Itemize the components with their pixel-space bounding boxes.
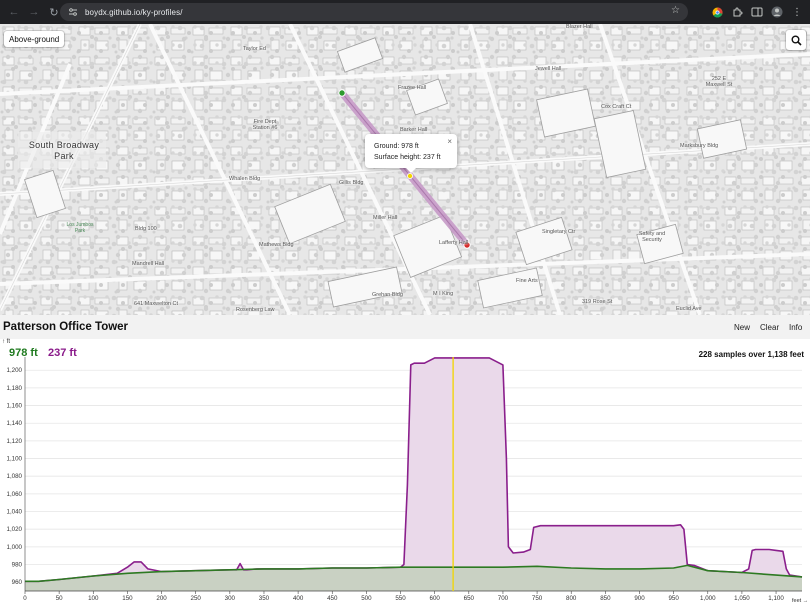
- profile-avatar-icon[interactable]: [770, 4, 784, 20]
- start-marker-icon: [338, 89, 346, 97]
- x-tick-label: 150: [122, 595, 133, 602]
- x-tick-label: 650: [464, 595, 475, 602]
- y-tick-label: 1,080: [7, 473, 23, 480]
- x-tick-label: 600: [430, 595, 441, 602]
- x-tick-label: 550: [395, 595, 406, 602]
- x-tick-label: 700: [498, 595, 509, 602]
- forward-icon[interactable]: →: [26, 4, 42, 20]
- y-tick-label: 1,040: [7, 509, 23, 516]
- hillshade-map[interactable]: Taylor Ed Frazee Hall Jewell Hall Blazer…: [0, 24, 810, 315]
- x-tick-label: 900: [634, 595, 645, 602]
- popup-tip: [406, 168, 416, 173]
- x-tick-label: 200: [156, 595, 167, 602]
- map-label: Grehan Bldg: [372, 292, 403, 298]
- map-tiles[interactable]: [0, 24, 810, 315]
- x-tick-label: 750: [532, 595, 543, 602]
- y-tick-label: 980: [12, 562, 23, 569]
- close-icon[interactable]: ×: [447, 136, 452, 147]
- map-label: Taylor Ed: [243, 46, 266, 52]
- map-label: Gillis Bldg: [339, 180, 364, 186]
- map-label: Fine Arts: [516, 278, 538, 284]
- elevation-profile-chart[interactable]: 960 980 1,000 1,020 1,040 1,060 1,080 1,100 1,12…: [0, 315, 810, 605]
- map-label: Mandrell Hall: [132, 261, 165, 267]
- park-label: South Broadway Park: [28, 140, 100, 161]
- y-tick-label: 1,180: [7, 385, 23, 392]
- sample-stats: 228 samples over 1,138 feet: [698, 350, 804, 359]
- x-tick-label: 1,100: [768, 595, 784, 602]
- y-tick-label: 1,000: [7, 544, 23, 551]
- bookmark-star-icon[interactable]: ☆: [671, 5, 680, 16]
- extension-colored-icon[interactable]: [710, 4, 724, 20]
- x-tick-label: 300: [225, 595, 236, 602]
- map-label: Blazer Hall: [566, 24, 593, 30]
- site-info-icon[interactable]: [67, 6, 79, 18]
- map-label: Euclid Ave: [676, 306, 702, 312]
- map-label: 252 E Maxwell St: [705, 76, 733, 88]
- x-tick-label: 500: [361, 595, 372, 602]
- address-bar[interactable]: boydx.github.io/ky-profiles/ ☆: [60, 3, 688, 21]
- x-tick-label: 800: [566, 595, 577, 602]
- popup-ground-text: Ground: 978 ft: [374, 143, 419, 150]
- x-tick-label: 450: [327, 595, 338, 602]
- cursor-marker-icon: [406, 172, 413, 179]
- x-tick-label: 350: [259, 595, 270, 602]
- x-tick-label: 950: [668, 595, 679, 602]
- y-tick-label: 1,160: [7, 403, 23, 410]
- park-secondary-label: Los Jumbos Park: [66, 222, 94, 234]
- surface-area: [25, 357, 802, 591]
- x-tick-label: 0: [23, 595, 27, 602]
- y-tick-label: 1,200: [7, 367, 23, 374]
- popup-surface-text: Surface height: 237 ft: [374, 154, 441, 161]
- map-label: Mathews Bldg: [259, 242, 294, 248]
- y-tick-label: 1,100: [7, 456, 23, 463]
- x-tick-label: 1,000: [700, 595, 716, 602]
- x-axis-unit: feet →: [792, 598, 809, 604]
- map-label: 319 Rose St: [582, 299, 613, 305]
- ground-elevation-value: 978 ft: [9, 347, 38, 359]
- y-axis-unit: ↑ ft: [2, 339, 11, 345]
- map-label: Bldg 100: [135, 226, 157, 232]
- x-tick-label: 850: [600, 595, 611, 602]
- url-text[interactable]: boydx.github.io/ky-profiles/: [85, 8, 183, 17]
- x-tick-label: 250: [191, 595, 202, 602]
- chart-fills: [25, 357, 802, 591]
- above-ground-button[interactable]: Above-ground: [4, 31, 65, 47]
- map-label: Frazee Hall: [398, 85, 427, 91]
- map-label: Fire Dept Station #6: [252, 119, 278, 131]
- map-label: 641 Maxwelton Ct: [134, 301, 179, 307]
- map-label: Singletary Ctr: [542, 229, 576, 235]
- extensions-puzzle-icon[interactable]: [730, 4, 744, 20]
- x-tick-label: 400: [293, 595, 304, 602]
- map-label: Miller Hall: [373, 215, 398, 221]
- back-icon[interactable]: ←: [6, 4, 22, 20]
- search-icon: [791, 35, 802, 46]
- surface-height-value: 237 ft: [48, 347, 77, 359]
- elevation-popup: Ground: 978 ft Surface height: 237 ft ×: [365, 134, 457, 173]
- map-label: Safety and Security: [638, 231, 666, 243]
- x-tick-label: 1,050: [734, 595, 750, 602]
- map-label: Cox Craft Ct: [601, 104, 632, 110]
- map-label: Rosenberg Law: [236, 307, 275, 313]
- browser-toolbar: ← → ↻ boydx.github.io/ky-profiles/ ☆ ⋮: [0, 0, 810, 24]
- map-label: Lafferty Hall: [439, 240, 469, 246]
- profile-panel: Patterson Office Tower New Clear Info 96…: [0, 315, 810, 605]
- x-tick-label: 50: [56, 595, 63, 602]
- map-label: M I King: [433, 291, 454, 297]
- y-tick-label: 1,060: [7, 491, 23, 498]
- y-tick-label: 1,120: [7, 438, 23, 445]
- menu-kebab-icon[interactable]: ⋮: [790, 4, 804, 20]
- search-button[interactable]: [786, 30, 806, 50]
- map-label: Jewell Hall: [535, 66, 562, 72]
- x-tick-label: 100: [88, 595, 99, 602]
- y-tick-label: 960: [12, 579, 23, 586]
- map-label: Marksbury Bldg: [680, 143, 719, 149]
- map-label: Whalen Bldg: [229, 176, 261, 182]
- y-tick-label: 1,020: [7, 526, 23, 533]
- y-tick-label: 1,140: [7, 420, 23, 427]
- map-label: Barker Hall: [400, 127, 428, 133]
- reading-list-icon[interactable]: [750, 4, 764, 20]
